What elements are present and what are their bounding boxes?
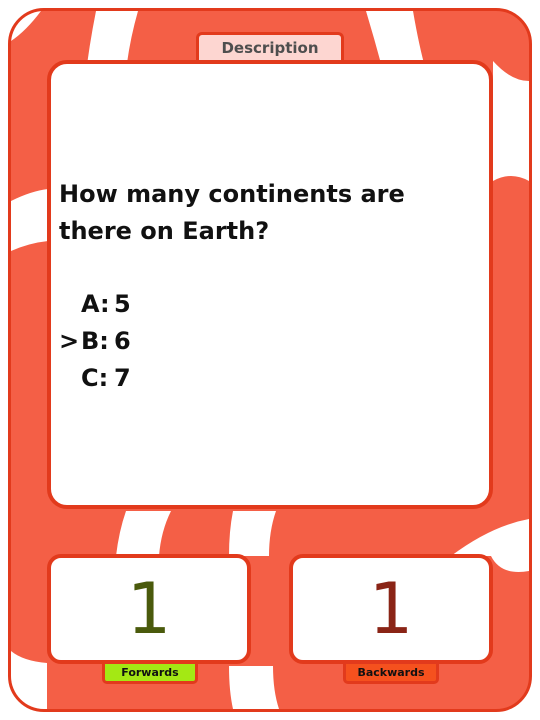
answer-option-c[interactable]: C: 7 [59, 360, 131, 397]
answer-option-b[interactable]: >B: 6 [59, 323, 131, 360]
answer-letter: A: [81, 290, 110, 318]
answer-value: 6 [114, 327, 131, 355]
answer-value: 7 [114, 364, 131, 392]
description-tab[interactable]: Description [196, 32, 344, 60]
selection-marker: > [59, 327, 80, 355]
backwards-counter[interactable]: 1 [289, 554, 493, 664]
answer-list: A: 5 >B: 6 C: 7 [59, 286, 131, 397]
answer-letter: B: [81, 327, 109, 355]
answer-value: 5 [114, 290, 131, 318]
answer-option-a[interactable]: A: 5 [59, 286, 131, 323]
forwards-label[interactable]: Forwards [102, 664, 198, 684]
question-panel: How many continents are there on Earth? … [47, 60, 493, 509]
answer-letter: C: [81, 364, 109, 392]
backwards-label[interactable]: Backwards [343, 664, 439, 684]
forwards-counter[interactable]: 1 [47, 554, 251, 664]
question-text: How many continents are there on Earth? [59, 180, 405, 245]
